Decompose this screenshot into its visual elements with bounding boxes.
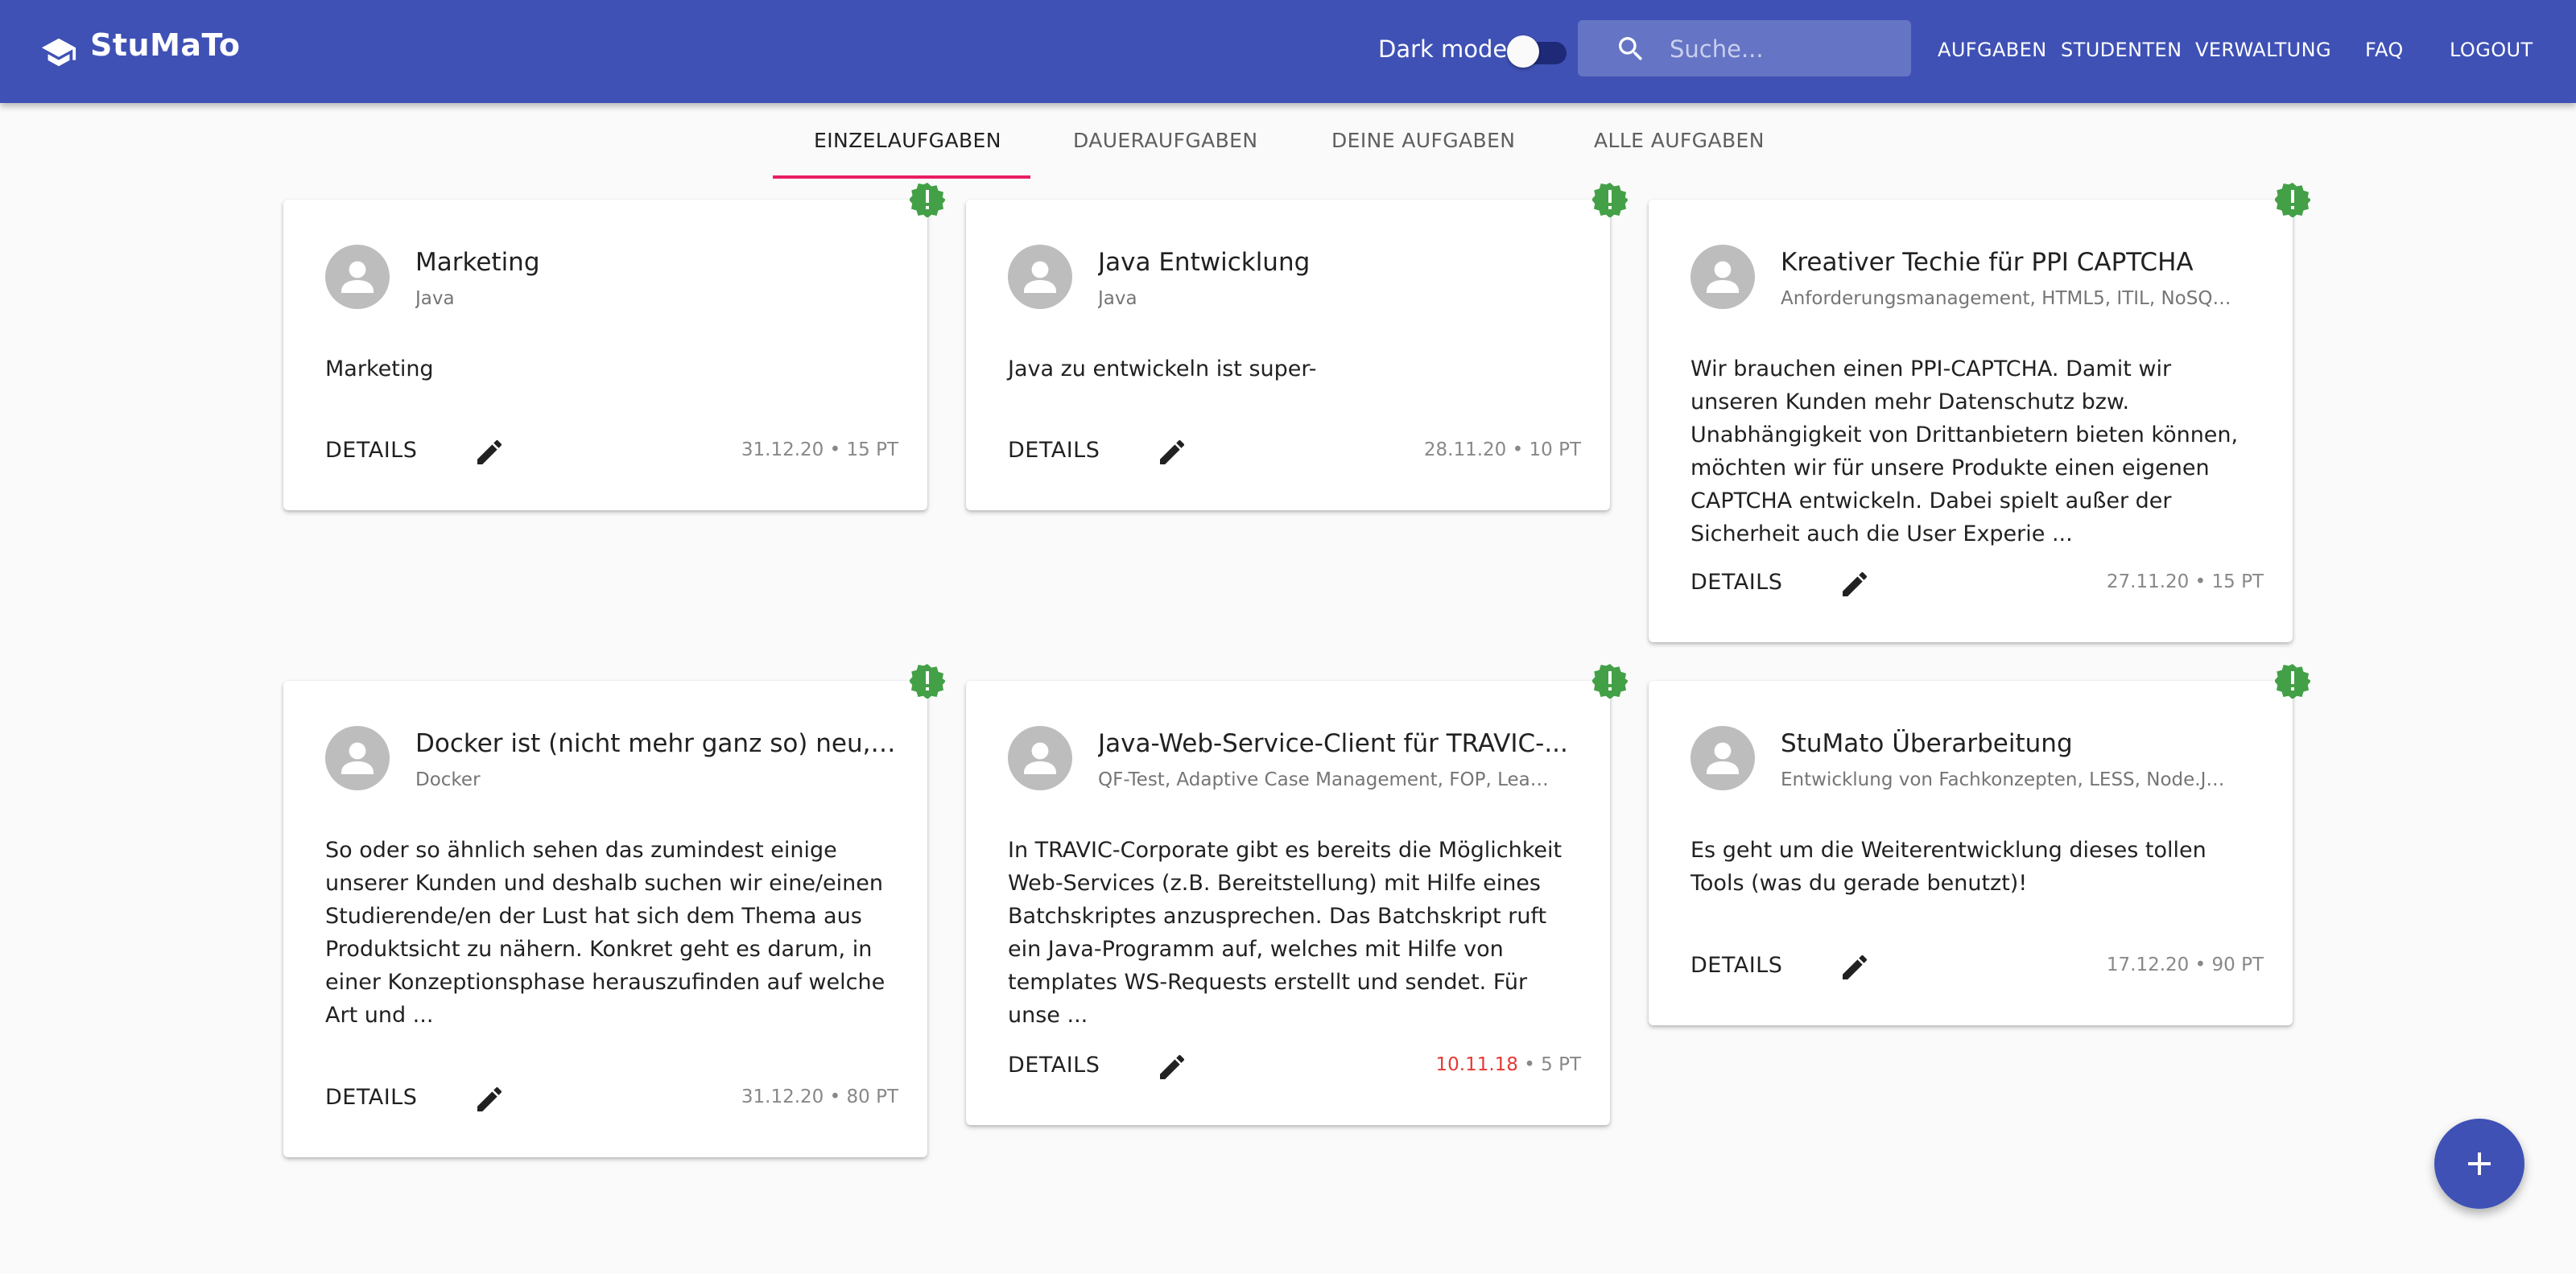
card-subtitle: Java [415,288,455,309]
card-description: Java zu entwickeln ist super- [1008,357,1317,381]
nav-verwaltung[interactable]: VERWALTUNG [2195,39,2331,61]
card-description: Marketing [325,357,434,381]
card-subtitle: Java [1098,288,1137,309]
card-meta: 27.11.20 • 15 PT [2106,571,2264,592]
card-date: 17.12.20 [2106,954,2190,975]
avatar [325,245,390,309]
person-icon [1024,261,1056,293]
toggle-thumb [1507,35,1539,68]
task-card: Java Entwicklung Java Java zu entwickeln… [966,200,1610,510]
nav-logout[interactable]: LOGOUT [2450,39,2533,61]
exclamation-badge-icon [1592,664,1628,699]
avatar [1008,726,1072,790]
nav-faq[interactable]: FAQ [2365,39,2404,61]
person-icon [1707,742,1739,774]
card-points: 15 PT [846,439,899,460]
card-date: 31.12.20 [741,1086,824,1107]
app-bar: StuMaTo Dark mode AUFGABEN STUDENTEN VER… [0,0,2576,103]
plus-icon [2468,1152,2491,1175]
card-date: 28.11.20 [1423,439,1507,460]
card-meta: 31.12.20 • 80 PT [741,1086,898,1107]
details-button[interactable]: DETAILS [325,438,417,463]
task-card: Marketing Java Marketing DETAILS 31.12.2… [283,200,927,510]
task-card: Docker ist (nicht mehr ganz so) neu, ...… [283,681,927,1157]
details-button[interactable]: DETAILS [325,1085,417,1110]
edit-icon[interactable] [1156,436,1188,468]
tab-alle-aufgaben[interactable]: ALLE AUFGABEN [1594,129,1765,152]
avatar [325,726,390,790]
exclamation-badge-icon [910,183,945,217]
tab-deine-aufgaben[interactable]: DEINE AUFGABEN [1331,129,1515,152]
card-subtitle: Anforderungsmanagement, HTML5, ITIL, NoS… [1781,288,2231,309]
tab-daueraufgaben[interactable]: DAUERAUFGABEN [1073,129,1257,152]
card-title: Kreativer Techie für PPI CAPTCHA [1781,248,2194,277]
card-description: In TRAVIC-Corporate gibt es bereits die … [1008,838,1563,1028]
tab-einzelaufgaben[interactable]: EINZELAUFGABEN [814,129,1001,152]
card-title: Docker ist (nicht mehr ganz so) neu, ... [415,729,898,758]
person-icon [1024,742,1056,774]
card-title: StuMato Überarbeitung [1781,729,2073,758]
exclamation-badge-icon [2275,664,2310,699]
card-description: So oder so ähnlich sehen das zumindest e… [325,838,886,1028]
details-button[interactable]: DETAILS [1690,953,1782,978]
task-card: Kreativer Techie für PPI CAPTCHA Anforde… [1649,200,2293,642]
card-description: Wir brauchen einen PPI-CAPTCHA. Damit wi… [1690,357,2239,546]
task-card: StuMato Überarbeitung Entwicklung von Fa… [1649,681,2293,1025]
dark-mode-toggle[interactable] [1507,34,1567,69]
avatar [1690,726,1755,790]
person-icon [1707,261,1739,293]
card-date: 31.12.20 [741,439,824,460]
edit-icon[interactable] [1156,1051,1188,1083]
person-icon [341,742,374,774]
card-subtitle: Entwicklung von Fachkonzepten, LESS, Nod… [1781,769,2231,790]
avatar [1008,245,1072,309]
card-subtitle: QF-Test, Adaptive Case Management, FOP, … [1098,769,1549,790]
search-input[interactable] [1668,28,1905,70]
dark-mode-label: Dark mode [1378,35,1508,63]
card-points: 80 PT [846,1086,899,1107]
edit-icon[interactable] [473,436,506,468]
card-title: Java-Web-Service-Client für TRAVIC-... [1098,729,1568,758]
card-date: 27.11.20 [2106,571,2190,592]
card-points: 10 PT [1529,439,1582,460]
details-button[interactable]: DETAILS [1008,1053,1100,1078]
card-description: Es geht um die Weiterentwicklung dieses … [1690,838,2207,896]
card-meta: 31.12.20 • 15 PT [741,439,898,460]
card-points: 15 PT [2211,571,2264,592]
exclamation-badge-icon [2275,183,2310,217]
details-button[interactable]: DETAILS [1690,570,1782,595]
search-box[interactable] [1578,20,1911,76]
card-meta: 28.11.20 • 10 PT [1423,439,1582,460]
edit-icon[interactable] [1839,568,1871,600]
graduation-cap-icon [41,38,76,67]
card-title: Java Entwicklung [1098,248,1311,277]
card-subtitle: Docker [415,769,481,790]
nav-aufgaben[interactable]: AUFGABEN [1938,39,2047,61]
details-button[interactable]: DETAILS [1008,438,1100,463]
card-title: Marketing [415,248,540,277]
card-meta: 17.12.20 • 90 PT [2106,954,2264,975]
app-title[interactable]: StuMaTo [90,27,241,63]
exclamation-badge-icon [910,664,945,699]
edit-icon[interactable] [1839,951,1871,983]
card-meta: 10.11.18 • 5 PT [1435,1054,1582,1075]
person-icon [341,261,374,293]
exclamation-badge-icon [1592,183,1628,217]
tab-indicator [773,175,1030,179]
add-task-button[interactable] [2434,1119,2524,1209]
card-points: 90 PT [2211,954,2264,975]
avatar [1690,245,1755,309]
search-icon [1619,37,1643,61]
edit-icon[interactable] [473,1083,506,1115]
card-points: 5 PT [1541,1054,1581,1075]
nav-studenten[interactable]: STUDENTEN [2061,39,2182,61]
task-card: Java-Web-Service-Client für TRAVIC-... Q… [966,681,1610,1125]
card-date: 10.11.18 [1435,1054,1518,1075]
